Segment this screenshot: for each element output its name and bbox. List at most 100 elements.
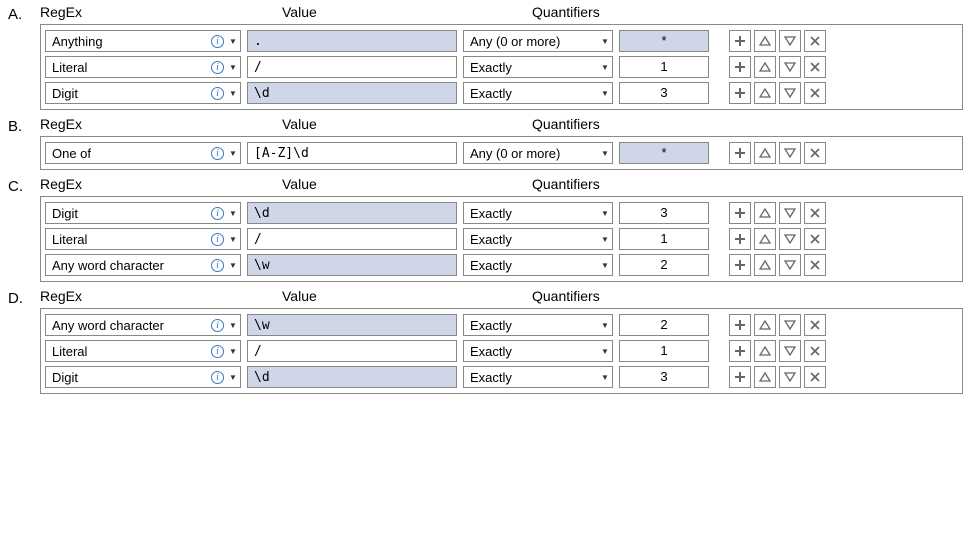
quantifier-dropdown[interactable]: Exactly▼ bbox=[463, 366, 613, 388]
add-button[interactable] bbox=[729, 228, 751, 250]
move-up-button[interactable] bbox=[754, 228, 776, 250]
regex-dropdown[interactable]: Digiti▼ bbox=[45, 366, 241, 388]
move-down-button[interactable] bbox=[779, 228, 801, 250]
move-down-button[interactable] bbox=[779, 142, 801, 164]
quantifier-value[interactable]: 3 bbox=[619, 366, 709, 388]
quantifier-value[interactable]: 3 bbox=[619, 202, 709, 224]
value-field[interactable]: / bbox=[247, 228, 457, 250]
move-down-button[interactable] bbox=[779, 366, 801, 388]
remove-button[interactable] bbox=[804, 340, 826, 362]
move-up-button[interactable] bbox=[754, 340, 776, 362]
move-up-button[interactable] bbox=[754, 82, 776, 104]
quantifier-dropdown[interactable]: Exactly▼ bbox=[463, 202, 613, 224]
info-icon[interactable]: i bbox=[211, 371, 224, 384]
section: B.RegExValueQuantifiers One ofi▼ [A-Z]\d An… bbox=[8, 116, 963, 170]
info-icon[interactable]: i bbox=[211, 35, 224, 48]
move-down-button[interactable] bbox=[779, 202, 801, 224]
info-icon[interactable]: i bbox=[211, 207, 224, 220]
quantifier-value[interactable]: 2 bbox=[619, 254, 709, 276]
move-down-button[interactable] bbox=[779, 82, 801, 104]
info-icon[interactable]: i bbox=[211, 233, 224, 246]
info-icon[interactable]: i bbox=[211, 87, 224, 100]
quantifier-value[interactable]: 1 bbox=[619, 340, 709, 362]
quantifier-value[interactable]: 3 bbox=[619, 82, 709, 104]
add-button[interactable] bbox=[729, 340, 751, 362]
quantifier-dropdown[interactable]: Any (0 or more)▼ bbox=[463, 30, 613, 52]
triangle-down-icon bbox=[784, 259, 796, 271]
remove-button[interactable] bbox=[804, 202, 826, 224]
regex-dropdown[interactable]: Digiti▼ bbox=[45, 202, 241, 224]
info-icon[interactable]: i bbox=[211, 61, 224, 74]
quantifier-value[interactable]: 2 bbox=[619, 314, 709, 336]
section-body: RegExValueQuantifiersDigiti▼\dExactly▼3L… bbox=[40, 176, 963, 282]
move-up-button[interactable] bbox=[754, 202, 776, 224]
value-field[interactable]: [A-Z]\d bbox=[247, 142, 457, 164]
move-up-button[interactable] bbox=[754, 314, 776, 336]
move-down-button[interactable] bbox=[779, 314, 801, 336]
add-button[interactable] bbox=[729, 254, 751, 276]
quantifier-dropdown[interactable]: Exactly▼ bbox=[463, 56, 613, 78]
move-up-button[interactable] bbox=[754, 254, 776, 276]
quantifier-dropdown[interactable]: Exactly▼ bbox=[463, 82, 613, 104]
quantifier-dropdown-label: Exactly bbox=[470, 86, 598, 101]
remove-button[interactable] bbox=[804, 228, 826, 250]
regex-dropdown[interactable]: Literali▼ bbox=[45, 56, 241, 78]
regex-dropdown-label: Literal bbox=[52, 232, 211, 247]
section-label: B. bbox=[8, 116, 40, 135]
remove-button[interactable] bbox=[804, 56, 826, 78]
move-down-button[interactable] bbox=[779, 30, 801, 52]
quantifier-dropdown[interactable]: Exactly▼ bbox=[463, 340, 613, 362]
remove-button[interactable] bbox=[804, 30, 826, 52]
add-button[interactable] bbox=[729, 142, 751, 164]
regex-dropdown[interactable]: Literali▼ bbox=[45, 228, 241, 250]
move-up-button[interactable] bbox=[754, 56, 776, 78]
column-headers: RegExValueQuantifiers bbox=[40, 116, 963, 132]
header-quant: Quantifiers bbox=[532, 4, 963, 20]
quantifier-value[interactable]: 1 bbox=[619, 56, 709, 78]
move-up-button[interactable] bbox=[754, 142, 776, 164]
remove-button[interactable] bbox=[804, 254, 826, 276]
remove-button[interactable] bbox=[804, 142, 826, 164]
regex-dropdown[interactable]: Any word characteri▼ bbox=[45, 254, 241, 276]
quantifier-value[interactable]: 1 bbox=[619, 228, 709, 250]
info-icon[interactable]: i bbox=[211, 319, 224, 332]
add-button[interactable] bbox=[729, 202, 751, 224]
move-up-button[interactable] bbox=[754, 30, 776, 52]
info-icon[interactable]: i bbox=[211, 345, 224, 358]
chevron-down-icon: ▼ bbox=[598, 321, 612, 330]
row-buttons bbox=[729, 202, 826, 224]
move-down-button[interactable] bbox=[779, 254, 801, 276]
chevron-down-icon: ▼ bbox=[226, 37, 240, 46]
regex-dropdown[interactable]: Anythingi▼ bbox=[45, 30, 241, 52]
info-icon[interactable]: i bbox=[211, 259, 224, 272]
chevron-down-icon: ▼ bbox=[598, 373, 612, 382]
remove-button[interactable] bbox=[804, 366, 826, 388]
quantifier-dropdown[interactable]: Exactly▼ bbox=[463, 228, 613, 250]
quantifier-dropdown[interactable]: Exactly▼ bbox=[463, 254, 613, 276]
regex-dropdown[interactable]: One ofi▼ bbox=[45, 142, 241, 164]
info-icon[interactable]: i bbox=[211, 147, 224, 160]
add-button[interactable] bbox=[729, 56, 751, 78]
regex-row: Any word characteri▼\wExactly▼2 bbox=[45, 252, 958, 278]
value-field[interactable]: / bbox=[247, 56, 457, 78]
add-button[interactable] bbox=[729, 30, 751, 52]
move-up-button[interactable] bbox=[754, 366, 776, 388]
section-body: RegExValueQuantifiers One ofi▼ [A-Z]\d Any … bbox=[40, 116, 963, 170]
quantifier-dropdown[interactable]: Exactly▼ bbox=[463, 314, 613, 336]
add-button[interactable] bbox=[729, 82, 751, 104]
quantifier-dropdown[interactable]: Any (0 or more)▼ bbox=[463, 142, 613, 164]
move-down-button[interactable] bbox=[779, 56, 801, 78]
remove-button[interactable] bbox=[804, 82, 826, 104]
header-regex: RegEx bbox=[40, 288, 282, 304]
add-button[interactable] bbox=[729, 366, 751, 388]
add-button[interactable] bbox=[729, 314, 751, 336]
triangle-down-icon bbox=[784, 319, 796, 331]
regex-dropdown[interactable]: Any word characteri▼ bbox=[45, 314, 241, 336]
regex-dropdown[interactable]: Literali▼ bbox=[45, 340, 241, 362]
header-regex: RegEx bbox=[40, 116, 282, 132]
plus-icon bbox=[734, 233, 746, 245]
move-down-button[interactable] bbox=[779, 340, 801, 362]
regex-dropdown[interactable]: Digiti▼ bbox=[45, 82, 241, 104]
value-field[interactable]: / bbox=[247, 340, 457, 362]
remove-button[interactable] bbox=[804, 314, 826, 336]
